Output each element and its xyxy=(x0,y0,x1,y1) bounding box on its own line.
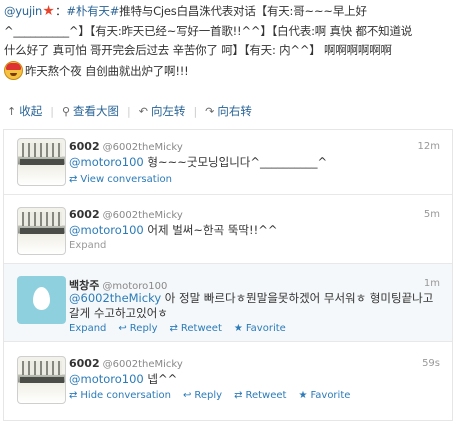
retweet-icon: ⇄ xyxy=(234,390,243,401)
conversation-icon: ⇄ xyxy=(69,174,78,185)
reply-icon: ↩ xyxy=(183,390,192,401)
rotate-left-icon: ↶ xyxy=(138,104,148,118)
post-line-4: 昨天熬个夜 自创曲就出炉了啊!!! xyxy=(4,60,452,82)
tweet-author-name[interactable]: 6002 xyxy=(69,140,100,153)
view-conversation-link[interactable]: ⇄ View conversation xyxy=(69,174,172,185)
tweet-time[interactable]: 5m xyxy=(424,209,440,220)
post-line-1: @yujin ：#朴有天#推特与Cjes白昌洙代表对话【有天:哥~~~早上好 xyxy=(4,4,367,18)
image-toolbar: ↑ 收起 | ⚲ 查看大图 | ↶ 向左转 | ↷ 向右转 xyxy=(0,97,456,125)
divider: | xyxy=(127,104,131,118)
mention-link[interactable]: @motoro100 xyxy=(69,223,144,237)
collapse-arrow-icon: ↑ xyxy=(7,104,17,118)
reply-button[interactable]: ↩ Reply xyxy=(183,390,222,401)
avatar[interactable] xyxy=(17,276,66,324)
tweet-item: 6002 @6002theMicky 5m @motoro100 어제 벌써~한곡… xyxy=(4,195,452,264)
reply-icon: ↩ xyxy=(118,323,127,334)
favorite-icon: ★ xyxy=(233,323,243,334)
tweet-author-handle[interactable]: @6002theMicky xyxy=(103,359,183,370)
weibo-post-text: @yujin ：#朴有天#推特与Cjes白昌洙代表对话【有天:哥~~~早上好 ^_… xyxy=(4,2,452,81)
rotate-right-button[interactable]: ↷ 向右转 xyxy=(205,103,252,119)
divider: | xyxy=(193,104,198,118)
tweet-item: 6002 @6002theMicky 59s @motoro100 넵^^ ⇄ Hi… xyxy=(4,342,452,420)
tweet-actions: ⇄ Hide conversation ↩ Reply ⇄ Retweet ★ Favo… xyxy=(69,390,362,401)
conversation-icon: ⇄ xyxy=(69,390,78,401)
tweet-text: @motoro100 형~~~굿모닝입니다^__________^ xyxy=(69,155,328,169)
tweet-time[interactable]: 59s xyxy=(422,358,440,369)
rotate-left-button[interactable]: ↶ 向左转 xyxy=(139,103,186,119)
magnifier-icon: ⚲ xyxy=(61,104,70,118)
expand-link[interactable]: Expand xyxy=(69,240,106,251)
tweet-item: 6002 @6002theMicky 12m @motoro100 형~~~굿모닝… xyxy=(4,130,452,195)
tweet-screenshot: 6002 @6002theMicky 12m @motoro100 형~~~굿모닝… xyxy=(3,129,453,421)
mention-link[interactable]: @motoro100 xyxy=(69,155,144,169)
topic-tag-link[interactable]: #朴有天# xyxy=(66,4,119,18)
mention-link[interactable]: @motoro100 xyxy=(69,372,144,386)
mention-link[interactable]: @6002theMicky xyxy=(69,291,161,305)
retweet-icon: ⇄ xyxy=(169,323,178,334)
retweet-button[interactable]: ⇄ Retweet xyxy=(234,390,286,401)
tweet-author-handle[interactable]: @6002theMicky xyxy=(103,142,183,153)
favorite-icon: ★ xyxy=(298,390,308,401)
divider: | xyxy=(50,104,54,118)
tweet-time[interactable]: 12m xyxy=(418,141,440,152)
view-original-button[interactable]: ⚲ 查看大图 xyxy=(62,103,119,119)
tweet-time[interactable]: 1m xyxy=(424,278,440,289)
expand-link[interactable]: Expand xyxy=(69,323,106,334)
tweet-actions: Expand ↩ Reply ⇄ Retweet ★ Favorite xyxy=(69,323,298,334)
post-line-3: 什么好了 真可怕 哥开完会后过去 辛苦你了 呵】【有天: 内^^】 啊啊啊啊啊啊 xyxy=(4,43,392,57)
tweet-author-name[interactable]: 6002 xyxy=(69,208,100,221)
avatar[interactable] xyxy=(17,207,66,255)
tweet-author-name[interactable]: 6002 xyxy=(69,357,100,370)
username-link[interactable]: @yujin xyxy=(4,4,42,18)
reply-button[interactable]: ↩ Reply xyxy=(118,323,157,334)
tweet-text: @motoro100 넵^^ xyxy=(69,372,178,386)
favorite-button[interactable]: ★ Favorite xyxy=(298,390,350,401)
rotate-right-icon: ↷ xyxy=(205,104,215,118)
tweet-text: @6002theMicky 아 정말 빠르다ㅎ뭔말을못하겠어 무서워ㅎ 형미팅끝… xyxy=(69,291,434,320)
tweet-author-handle[interactable]: @6002theMicky xyxy=(103,210,183,221)
avatar[interactable] xyxy=(17,138,66,186)
retweet-button[interactable]: ⇄ Retweet xyxy=(170,323,222,334)
collapse-button[interactable]: ↑ 收起 xyxy=(7,103,42,119)
star-icon xyxy=(43,5,54,16)
hide-conversation-link[interactable]: ⇄ Hide conversation xyxy=(69,390,171,401)
emoticon-icon xyxy=(4,60,23,80)
tweet-text: @motoro100 어제 벌써~한곡 뚝딱!!^^ xyxy=(69,223,278,237)
avatar[interactable] xyxy=(17,356,66,404)
favorite-button[interactable]: ★ Favorite xyxy=(234,323,286,334)
tweet-item: 백창주 @motoro100 1m @6002theMicky 아 정말 빠르다ㅎ… xyxy=(4,264,452,342)
post-line-2: ^__________^】【有天:昨天已经~写好一首歌!!^^】【白代表:啊 真… xyxy=(4,23,413,38)
tweet-actions: ⇄ View conversation xyxy=(69,174,184,185)
